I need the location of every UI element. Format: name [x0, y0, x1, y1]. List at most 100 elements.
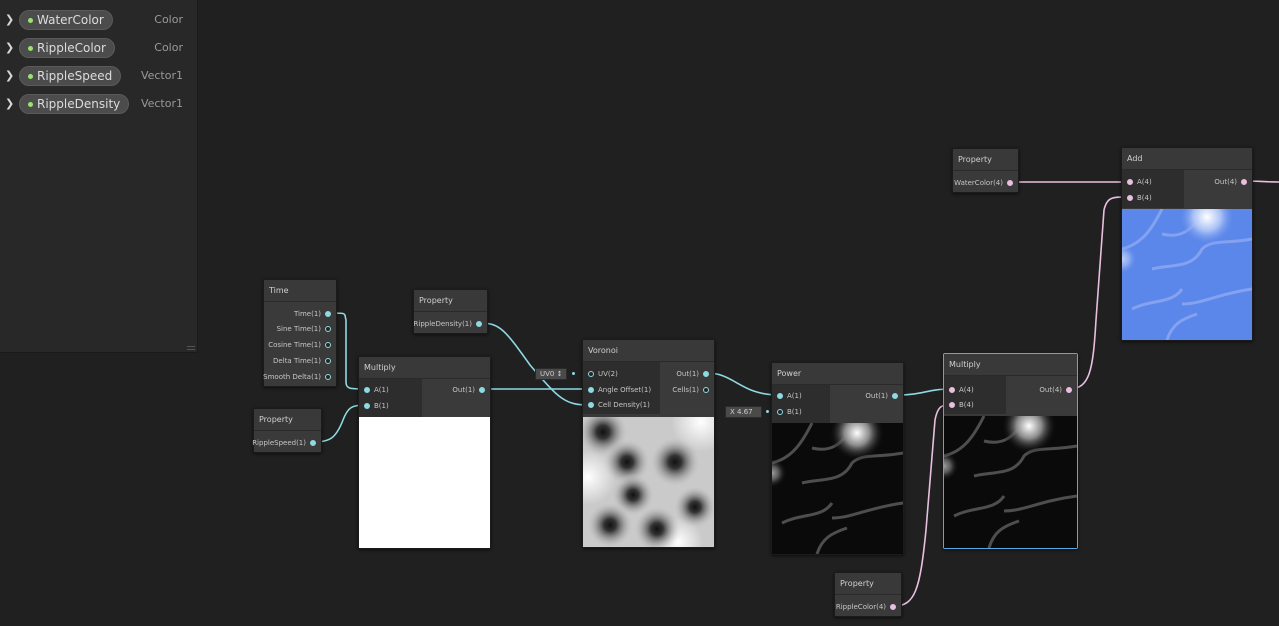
port-dot-icon[interactable] [364, 387, 370, 393]
node-title[interactable]: Voronoi [583, 340, 714, 362]
port-dot-icon[interactable] [703, 387, 709, 393]
output-port[interactable]: WaterColor(4) [954, 178, 1013, 188]
chevron-right-icon[interactable]: ❯ [5, 13, 14, 26]
chevron-right-icon[interactable]: ❯ [5, 97, 14, 110]
port-dot-icon[interactable] [1241, 179, 1247, 185]
property-pill[interactable]: WaterColor [19, 10, 113, 30]
property-pill[interactable]: RippleColor [19, 38, 115, 58]
time-node[interactable]: Time Time(1) Sine Time(1) Cosine Time(1)… [263, 279, 337, 387]
input-port-a[interactable]: A(1) [364, 385, 389, 395]
port-dot-icon[interactable] [1007, 180, 1013, 186]
node-title[interactable]: Time [264, 280, 336, 302]
input-port-b[interactable]: B(1) [777, 407, 802, 417]
output-port[interactable]: Out(1) [865, 391, 898, 401]
output-port[interactable]: Out(4) [1039, 385, 1072, 395]
output-column [1184, 170, 1252, 208]
node-title[interactable]: Property [835, 573, 901, 595]
port-dot-icon[interactable] [949, 402, 955, 408]
output-port[interactable]: RippleColor(4) [836, 602, 896, 612]
multiply-node[interactable]: Multiply A(1) B(1) Out(1) [358, 356, 491, 549]
input-port-a[interactable]: A(4) [949, 385, 974, 395]
property-pill[interactable]: RippleDensity [19, 94, 130, 114]
chevron-right-icon[interactable]: ❯ [5, 69, 14, 82]
input-port-b[interactable]: B(4) [1127, 193, 1152, 203]
property-pill[interactable]: RippleSpeed [19, 66, 122, 86]
output-port[interactable]: RippleDensity(1) [414, 319, 482, 329]
input-port-b[interactable]: B(4) [949, 400, 974, 410]
property-name: WaterColor [37, 13, 104, 27]
property-node-ripple-color[interactable]: Property RippleColor(4) [834, 572, 902, 617]
input-port-a[interactable]: A(4) [1127, 177, 1152, 187]
port-dot-icon[interactable] [892, 393, 898, 399]
port-dot-icon[interactable] [325, 374, 331, 380]
resize-handle[interactable] [187, 346, 195, 350]
node-title[interactable]: Property [953, 149, 1018, 171]
input-port-b[interactable]: B(1) [364, 401, 389, 411]
node-title[interactable]: Property [254, 409, 321, 431]
port-dot-icon[interactable] [949, 387, 955, 393]
multiply-node-selected[interactable]: Multiply A(4) B(4) Out(4) [929, 353, 1078, 549]
property-dot-icon [28, 74, 33, 79]
output-port[interactable]: Out(4) [1214, 177, 1247, 187]
blackboard-property-row[interactable]: ❯ RippleSpeed Vector1 [0, 65, 197, 89]
node-title[interactable]: Multiply [359, 357, 490, 379]
node-title[interactable]: Property [414, 290, 487, 312]
port-dot-icon[interactable] [703, 371, 709, 377]
power-node[interactable]: Power A(1) B(1) Out(1) [757, 362, 904, 555]
output-port[interactable]: Sine Time(1) [277, 324, 331, 334]
blackboard-property-row[interactable]: ❯ RippleColor Color [0, 37, 197, 61]
chevron-right-icon[interactable]: ❯ [5, 41, 14, 54]
port-dot-icon[interactable] [1127, 179, 1133, 185]
input-port-angle-offset[interactable]: Angle Offset(1) [588, 385, 651, 395]
property-name: RippleColor [37, 41, 106, 55]
port-dot-icon[interactable] [325, 326, 331, 332]
port-dot-icon[interactable] [364, 403, 370, 409]
output-port[interactable]: Smooth Delta(1) [263, 372, 331, 382]
property-type: Color [154, 41, 183, 54]
output-port[interactable]: RippleSpeed(1) [252, 438, 316, 448]
port-label: Sine Time(1) [276, 325, 321, 333]
port-dot-icon[interactable] [588, 371, 594, 377]
output-port[interactable]: Out(1) [676, 369, 709, 379]
node-preview [1107, 189, 1253, 341]
property-node-ripple-density[interactable]: Property RippleDensity(1) [413, 289, 488, 334]
output-port[interactable]: Time(1) [294, 309, 331, 319]
input-port-uv[interactable]: UV(2) [588, 369, 618, 379]
port-dot-icon[interactable] [476, 321, 482, 327]
property-node-ripple-speed[interactable]: Property RippleSpeed(1) [252, 408, 322, 453]
property-dot-icon [28, 46, 33, 51]
port-dot-icon[interactable] [777, 409, 783, 415]
port-dot-icon[interactable] [1066, 387, 1072, 393]
add-node[interactable]: Add A(4) B(4) Out(4) [1107, 147, 1253, 341]
connector-dot-icon [766, 410, 769, 413]
voronoi-node[interactable]: Voronoi UV(2) Angle Offset(1) Cell Densi… [560, 339, 731, 567]
add-preview-image [1107, 189, 1253, 341]
port-dot-icon[interactable] [325, 311, 331, 317]
port-dot-icon[interactable] [325, 358, 331, 364]
uv-channel-field[interactable]: UV0 ↕ [535, 368, 567, 380]
port-dot-icon[interactable] [890, 604, 896, 610]
port-dot-icon[interactable] [310, 440, 316, 446]
input-port-cell-density[interactable]: Cell Density(1) [588, 400, 650, 410]
blackboard-property-row[interactable]: ❯ RippleDensity Vector1 [0, 93, 197, 117]
port-dot-icon[interactable] [777, 393, 783, 399]
node-title[interactable]: Add [1122, 148, 1252, 170]
input-port-a[interactable]: A(1) [777, 391, 802, 401]
output-port-cells[interactable]: Cells(1) [672, 385, 709, 395]
port-label: Cell Density(1) [598, 401, 650, 409]
port-dot-icon[interactable] [588, 387, 594, 393]
node-title[interactable]: Power [772, 363, 903, 385]
blackboard-property-row[interactable]: ❯ WaterColor Color [0, 9, 197, 33]
port-dot-icon[interactable] [479, 387, 485, 393]
port-dot-icon[interactable] [325, 342, 331, 348]
power-b-field[interactable]: X 4.67 [725, 406, 762, 418]
port-dot-icon[interactable] [588, 402, 594, 408]
property-node-water-color[interactable]: Property WaterColor(4) [952, 148, 1019, 193]
output-port[interactable]: Cosine Time(1) [268, 340, 331, 350]
output-port[interactable]: Out(1) [452, 385, 485, 395]
port-label: Delta Time(1) [273, 357, 321, 365]
node-title[interactable]: Multiply [944, 354, 1077, 376]
port-dot-icon[interactable] [1127, 195, 1133, 201]
port-label: Cosine Time(1) [268, 341, 321, 349]
output-port[interactable]: Delta Time(1) [273, 356, 331, 366]
